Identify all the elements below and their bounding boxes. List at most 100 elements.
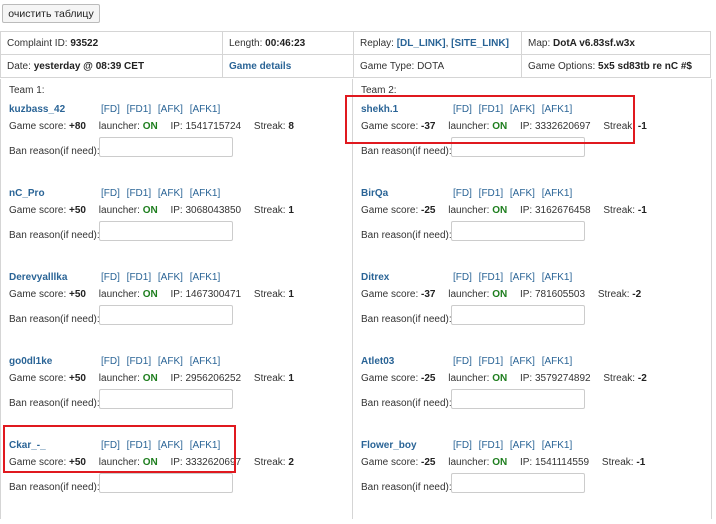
launcher-status: ON — [142, 121, 158, 132]
player-stats: Game score: +50 launcher: ON IP: 3068043… — [9, 205, 294, 216]
player-name-link[interactable]: Flower_boy — [361, 440, 417, 451]
fd-link[interactable]: [FD] — [453, 272, 472, 283]
ban-reason-input[interactable] — [99, 137, 233, 157]
player-stats: Game score: -37 launcher: ON IP: 7816055… — [361, 289, 642, 300]
afk1-link[interactable]: [AFK1] — [542, 188, 573, 199]
date-value: yesterday @ 08:39 CET — [33, 60, 145, 72]
player-name-link[interactable]: kuzbass_42 — [9, 104, 65, 115]
fd-link[interactable]: [FD] — [453, 440, 472, 451]
afk-link[interactable]: [AFK] — [158, 272, 183, 283]
afk-link[interactable]: [AFK] — [158, 440, 183, 451]
ban-reason-input[interactable] — [99, 473, 233, 493]
team-2-title: Team 2: — [361, 85, 397, 96]
fd-link[interactable]: [FD] — [101, 188, 120, 199]
clear-table-button[interactable]: очистить таблицу — [2, 4, 100, 23]
report-flags: [FD] [FD1] [AFK] [AFK1] — [453, 272, 576, 283]
fd1-link[interactable]: [FD1] — [479, 356, 503, 367]
player-stats: Game score: +50 launcher: ON IP: 3332620… — [9, 457, 294, 468]
fd1-link[interactable]: [FD1] — [479, 188, 503, 199]
fd1-link[interactable]: [FD1] — [127, 104, 151, 115]
report-flags: [FD] [FD1] [AFK] [AFK1] — [453, 440, 576, 451]
ban-reason-input[interactable] — [451, 221, 585, 241]
afk-link[interactable]: [AFK] — [510, 440, 535, 451]
launcher-status: ON — [492, 457, 508, 468]
afk1-link[interactable]: [AFK1] — [190, 440, 221, 451]
player-card: nC_Pro [FD] [FD1] [AFK] [AFK1] Game scor… — [1, 188, 352, 272]
player-name-link[interactable]: nC_Pro — [9, 188, 45, 199]
map-value: DotA v6.83sf.w3x — [553, 37, 635, 49]
fd1-link[interactable]: [FD1] — [127, 188, 151, 199]
ban-reason-input[interactable] — [451, 389, 585, 409]
streak-value: -1 — [637, 205, 647, 216]
fd-link[interactable]: [FD] — [453, 188, 472, 199]
afk-link[interactable]: [AFK] — [158, 188, 183, 199]
ban-reason-input[interactable] — [99, 389, 233, 409]
afk-link[interactable]: [AFK] — [510, 188, 535, 199]
game-score-value: -37 — [421, 121, 436, 132]
player-name-link[interactable]: go0dl1ke — [9, 356, 52, 367]
ban-reason-input[interactable] — [451, 305, 585, 325]
replay-site-link[interactable]: [SITE_LINK] — [451, 38, 509, 49]
afk-link[interactable]: [AFK] — [510, 272, 535, 283]
replay-dl-link[interactable]: [DL_LINK] — [397, 38, 446, 49]
player-name-link[interactable]: Atlet03 — [361, 356, 394, 367]
afk1-link[interactable]: [AFK1] — [190, 104, 221, 115]
fd1-link[interactable]: [FD1] — [127, 272, 151, 283]
date-cell: Date: yesterday @ 08:39 CET — [0, 54, 223, 78]
player-name-link[interactable]: Ckar_-_ — [9, 440, 46, 451]
complaint-id-value: 93522 — [70, 37, 99, 49]
afk-link[interactable]: [AFK] — [158, 356, 183, 367]
afk1-link[interactable]: [AFK1] — [542, 440, 573, 451]
streak-value: 8 — [288, 121, 294, 132]
afk1-link[interactable]: [AFK1] — [190, 272, 221, 283]
fd1-link[interactable]: [FD1] — [127, 440, 151, 451]
afk-link[interactable]: [AFK] — [158, 104, 183, 115]
game-type-value: DOTA — [417, 60, 445, 72]
team-2-panel: Team 2: shekh.1 [FD] [FD1] [AFK] [AFK1] … — [353, 79, 711, 519]
game-details-link[interactable]: Game details — [229, 61, 291, 72]
afk1-link[interactable]: [AFK1] — [190, 356, 221, 367]
fd-link[interactable]: [FD] — [101, 440, 120, 451]
streak-value: 2 — [288, 457, 294, 468]
fd-link[interactable]: [FD] — [453, 104, 472, 115]
streak-value: -1 — [637, 121, 647, 132]
player-card: go0dl1ke [FD] [FD1] [AFK] [AFK1] Game sc… — [1, 356, 352, 440]
fd1-link[interactable]: [FD1] — [479, 440, 503, 451]
launcher-status: ON — [492, 205, 508, 216]
streak-value: 1 — [288, 289, 294, 300]
report-flags: [FD] [FD1] [AFK] [AFK1] — [453, 356, 576, 367]
ban-reason-label: Ban reason(if need): — [9, 398, 100, 409]
fd-link[interactable]: [FD] — [453, 356, 472, 367]
player-name-link[interactable]: Ditrex — [361, 272, 389, 283]
afk-link[interactable]: [AFK] — [510, 356, 535, 367]
player-name-link[interactable]: shekh.1 — [361, 104, 398, 115]
afk1-link[interactable]: [AFK1] — [542, 104, 573, 115]
afk-link[interactable]: [AFK] — [510, 104, 535, 115]
fd-link[interactable]: [FD] — [101, 356, 120, 367]
fd-link[interactable]: [FD] — [101, 104, 120, 115]
ban-reason-input[interactable] — [451, 137, 585, 157]
fd-link[interactable]: [FD] — [101, 272, 120, 283]
report-flags: [FD] [FD1] [AFK] [AFK1] — [101, 104, 224, 115]
game-type-cell: Game Type: DOTA — [353, 54, 522, 78]
game-score-value: +80 — [69, 121, 86, 132]
ban-reason-label: Ban reason(if need): — [361, 398, 452, 409]
report-flags: [FD] [FD1] [AFK] [AFK1] — [101, 188, 224, 199]
ban-reason-label: Ban reason(if need): — [361, 482, 452, 493]
player-card: BirQa [FD] [FD1] [AFK] [AFK1] Game score… — [353, 188, 711, 272]
afk1-link[interactable]: [AFK1] — [190, 188, 221, 199]
fd1-link[interactable]: [FD1] — [479, 272, 503, 283]
player-stats: Game score: -25 launcher: ON IP: 1541114… — [361, 457, 646, 468]
ban-reason-input[interactable] — [451, 473, 585, 493]
ban-reason-input[interactable] — [99, 221, 233, 241]
player-name-link[interactable]: BirQa — [361, 188, 388, 199]
fd1-link[interactable]: [FD1] — [127, 356, 151, 367]
ban-reason-input[interactable] — [99, 305, 233, 325]
fd1-link[interactable]: [FD1] — [479, 104, 503, 115]
launcher-status: ON — [142, 205, 158, 216]
game-score-value: +50 — [69, 457, 86, 468]
afk1-link[interactable]: [AFK1] — [542, 272, 573, 283]
player-name-link[interactable]: Derevyalllka — [9, 272, 67, 283]
afk1-link[interactable]: [AFK1] — [542, 356, 573, 367]
game-score-value: +50 — [69, 373, 86, 384]
